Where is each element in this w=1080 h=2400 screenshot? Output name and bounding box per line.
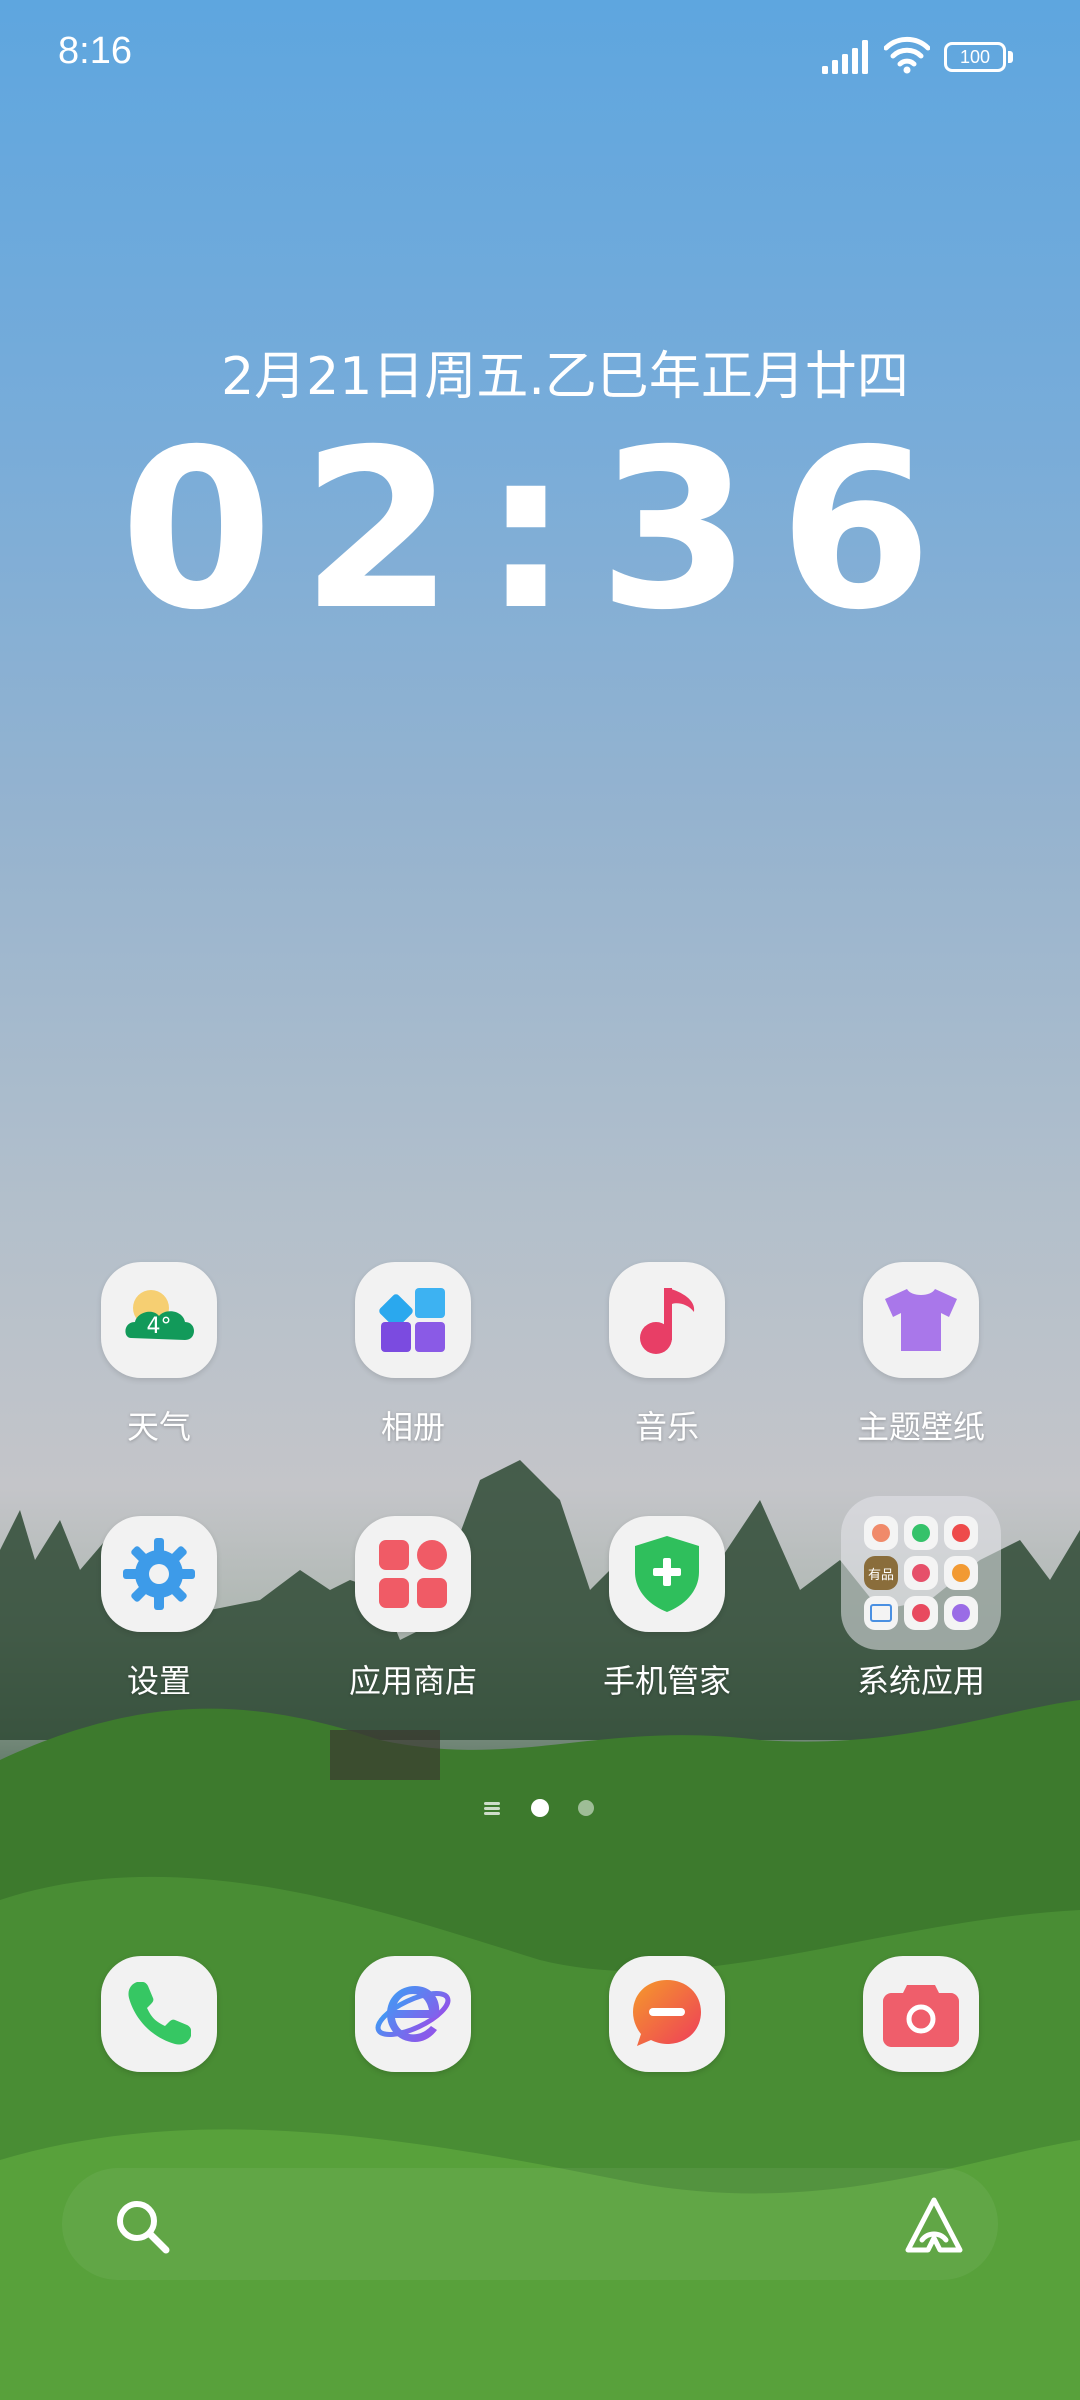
browser-icon <box>375 1986 451 2042</box>
app-settings[interactable]: 设置 <box>32 1516 286 1736</box>
app-label: 相册 <box>380 1408 445 1446</box>
battery-level: 100 <box>944 42 1006 72</box>
app-label: 系统应用 <box>856 1662 985 1700</box>
mini-app-icon <box>904 1516 938 1550</box>
status-bar: 8:16 100 <box>0 0 1080 110</box>
phone-manager-shield-icon[interactable] <box>609 1516 725 1632</box>
app-label: 设置 <box>126 1662 191 1700</box>
app-label: 天气 <box>126 1408 191 1446</box>
settings-gear-icon[interactable] <box>101 1516 217 1632</box>
signal-icon <box>822 40 868 74</box>
search-icon[interactable] <box>112 2196 172 2256</box>
app-app-store[interactable]: 应用商店 <box>286 1516 540 1736</box>
phone-icon <box>128 1982 191 2045</box>
mini-app-icon <box>904 1596 938 1630</box>
dock-camera[interactable] <box>863 1956 979 2072</box>
mini-app-icon <box>944 1596 978 1630</box>
gallery-icon[interactable] <box>355 1262 471 1378</box>
app-label: 手机管家 <box>602 1662 731 1700</box>
page-indicator[interactable] <box>480 1796 600 1820</box>
app-store-icon[interactable] <box>355 1516 471 1632</box>
dock-browser[interactable] <box>355 1956 471 2072</box>
dock-phone[interactable] <box>101 1956 217 2072</box>
weather-temperature: 4° <box>146 1314 172 1339</box>
music-icon[interactable] <box>609 1262 725 1378</box>
mini-app-icon <box>864 1516 898 1550</box>
date-lunar-label[interactable]: 2月21日周五.乙巳年正月廿四 <box>0 334 1080 409</box>
dock-messages[interactable] <box>609 1956 725 2072</box>
app-themes[interactable]: 主题壁纸 <box>794 1262 1048 1482</box>
camera-icon <box>883 1985 959 2047</box>
app-music[interactable]: 音乐 <box>540 1262 794 1482</box>
mini-app-icon <box>944 1556 978 1590</box>
wifi-icon <box>884 36 930 74</box>
messages-icon <box>633 1980 701 2046</box>
weather-icon[interactable]: 4° <box>101 1262 217 1378</box>
page-list-icon <box>484 1802 500 1815</box>
status-time: 8:16 <box>58 30 132 72</box>
bottom-search-bar[interactable] <box>62 2168 998 2280</box>
theme-icon[interactable] <box>863 1262 979 1378</box>
app-phone-manager[interactable]: 手机管家 <box>540 1516 794 1736</box>
app-label: 音乐 <box>634 1408 699 1446</box>
page-dot-active[interactable] <box>531 1799 549 1817</box>
app-label: 应用商店 <box>348 1662 477 1700</box>
mini-app-icon <box>904 1556 938 1590</box>
battery-icon: 100 <box>944 42 1014 72</box>
page-dot[interactable] <box>578 1800 594 1816</box>
mini-app-icon <box>944 1516 978 1550</box>
mini-app-icon <box>864 1596 898 1630</box>
mini-app-youpin: 有品 <box>864 1556 898 1590</box>
app-gallery[interactable]: 相册 <box>286 1262 540 1482</box>
assistant-icon[interactable] <box>902 2194 966 2258</box>
folder-icon[interactable]: 有品 <box>841 1496 1001 1650</box>
clock-widget[interactable]: 02:36 <box>0 410 1080 650</box>
app-weather[interactable]: 4° 天气 <box>32 1262 286 1482</box>
folder-system-apps[interactable]: 有品 系统应用 <box>794 1496 1048 1736</box>
app-label: 主题壁纸 <box>856 1408 985 1446</box>
